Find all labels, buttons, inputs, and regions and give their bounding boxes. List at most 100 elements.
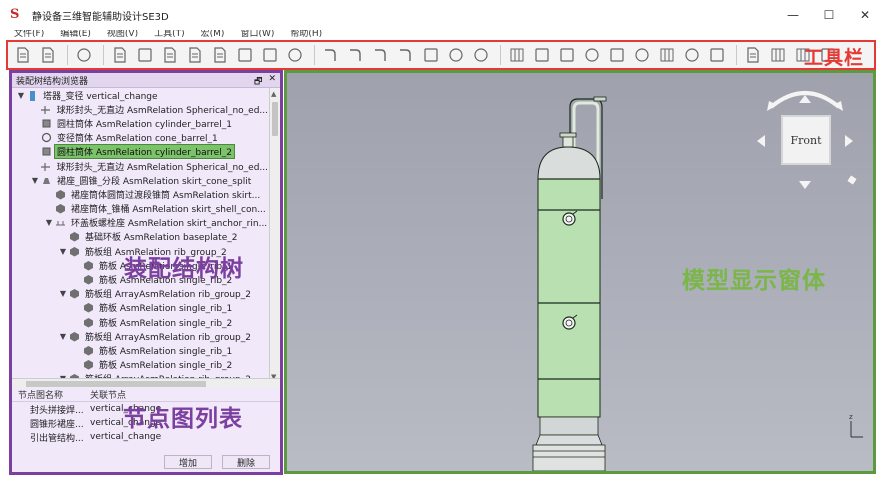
rotate-up-icon[interactable] (799, 95, 811, 103)
spherical-head (537, 146, 601, 180)
globe-icon[interactable] (681, 44, 703, 66)
menu-help[interactable]: 帮助(H) (290, 30, 322, 39)
part-icon (54, 203, 66, 214)
cylinder-part-icon (40, 146, 52, 157)
pipe-bend-3-icon[interactable] (370, 44, 392, 66)
tree-node-label: 裙座筒体_锥桶 AsmRelation skirt_shell_con... (71, 205, 266, 216)
menu-macro[interactable]: 宏(M) (201, 30, 225, 39)
tree-hscrollbar[interactable] (12, 378, 280, 388)
navigation-cube[interactable]: Front (745, 81, 865, 201)
add-button[interactable]: 增加 (163, 455, 212, 469)
report-icon[interactable] (742, 44, 764, 66)
pipe-bend-1-icon[interactable] (320, 44, 342, 66)
new-file-icon[interactable] (109, 44, 131, 66)
expand-toggle-icon[interactable]: ▼ (58, 247, 68, 256)
model-viewport[interactable]: Front z 模型显示窗体 (284, 70, 876, 474)
tree-node-label: 筋板组 ArrayAsmRelation rib_group_2 (85, 332, 251, 343)
anchor-icon (54, 217, 66, 228)
redo-icon[interactable] (259, 44, 281, 66)
cone-part-icon (40, 132, 52, 143)
mini-cube-icon[interactable] (846, 174, 858, 186)
doc-edit-icon[interactable] (12, 44, 34, 66)
expand-toggle-icon[interactable]: ▼ (30, 176, 40, 185)
menu-file[interactable]: 文件(F) (14, 30, 44, 39)
rotate-left-icon[interactable] (757, 135, 765, 147)
menu-view[interactable]: 视图(V) (107, 30, 138, 39)
tree-node-label: 筋板组 ArrayAsmRelation rib_group_2 (85, 290, 251, 301)
pipe-bend-4-icon[interactable] (395, 44, 417, 66)
hscroll-thumb[interactable] (26, 381, 206, 387)
tree-row[interactable]: ▼ 筋板组 ArrayAsmRelation rib_group_2 (12, 329, 270, 343)
minimize-button[interactable]: — (775, 0, 811, 30)
scroll-up-icon[interactable]: ▲ (271, 90, 276, 98)
cylinder-icon[interactable] (706, 44, 728, 66)
save-as-icon[interactable] (184, 44, 206, 66)
skirt-shell (539, 416, 599, 436)
menu-edit[interactable]: 编辑(E) (60, 30, 91, 39)
tree-row[interactable]: 裙座筒体_锥桶 AsmRelation skirt_shell_con... (12, 202, 270, 216)
flange-icon[interactable] (420, 44, 442, 66)
grid-icon[interactable] (506, 44, 528, 66)
cube-face-front[interactable]: Front (781, 115, 831, 165)
doc-check-icon[interactable] (37, 44, 59, 66)
tree-scrollbar[interactable]: ▲ ▼ (269, 88, 280, 383)
rotate-right-icon[interactable] (845, 135, 853, 147)
tree-row[interactable]: 球形封头_无直边 AsmRelation Spherical_no_ed... (12, 102, 270, 116)
part-icon (68, 231, 80, 242)
tree-row[interactable]: 基础环板 AsmRelation baseplate_2 (12, 230, 270, 244)
toolbar-separator (67, 45, 68, 65)
tree-row[interactable]: 圆柱筒体 AsmRelation cylinder_barrel_2 (12, 144, 270, 160)
scroll-thumb[interactable] (272, 102, 278, 136)
tree-row[interactable]: 圆柱筒体 AsmRelation cylinder_barrel_1 (12, 116, 270, 130)
save-icon[interactable] (159, 44, 181, 66)
part-icon (54, 189, 66, 200)
expand-toggle-icon[interactable]: ▼ (44, 218, 54, 227)
pipe-bend-2-icon[interactable] (345, 44, 367, 66)
valve-icon[interactable] (581, 44, 603, 66)
tree-node-label: 筋板 AsmRelation single_rib_2 (99, 318, 233, 329)
tree-row[interactable]: 筋板 AsmRelation single_rib_2 (12, 315, 270, 329)
stair-icon[interactable] (531, 44, 553, 66)
tree-row[interactable]: ▼ 环盖板螺栓座 AsmRelation skirt_anchor_rin... (12, 216, 270, 230)
measure-icon[interactable] (284, 44, 306, 66)
table-icon[interactable] (767, 44, 789, 66)
tree-row[interactable]: 筋板 AsmRelation single_rib_2 (12, 358, 270, 372)
frame-icon[interactable] (656, 44, 678, 66)
maximize-button[interactable]: ☐ (811, 0, 847, 30)
nozzle-icon[interactable] (445, 44, 467, 66)
open-folder-icon[interactable] (134, 44, 156, 66)
manhole-icon[interactable] (470, 44, 492, 66)
tree-row[interactable]: 筋板 AsmRelation single_rib_1 (12, 301, 270, 315)
link-icon[interactable] (606, 44, 628, 66)
part-icon (82, 317, 94, 328)
tree-row[interactable]: 筋板 AsmRelation single_rib_1 (12, 343, 270, 357)
export-icon[interactable] (209, 44, 231, 66)
close-button[interactable]: ✕ (847, 0, 883, 30)
tree-node-label: 塔器_变径 vertical_change (43, 91, 158, 102)
tower-icon (26, 90, 38, 101)
part-icon (68, 331, 80, 342)
tree-row[interactable]: 裙座筒体圆筒过渡段锥筒 AsmRelation skirt... (12, 187, 270, 201)
part-icon (82, 274, 94, 285)
tree-row[interactable]: ▼ 筋板组 ArrayAsmRelation rib_group_2 (12, 287, 270, 301)
head-icon (40, 161, 52, 172)
tree-row[interactable]: ▼ 裙座_圆锥_分段 AsmRelation skirt_cone_split (12, 173, 270, 187)
head-icon (40, 104, 52, 115)
expand-toggle-icon[interactable]: ▼ (58, 332, 68, 341)
refresh-icon[interactable] (73, 44, 95, 66)
menu-tools[interactable]: 工具(T) (154, 30, 185, 39)
expand-toggle-icon[interactable]: ▼ (58, 289, 68, 298)
rotate-down-icon[interactable] (799, 181, 811, 189)
panel-title: 装配树结构浏览器 (16, 76, 89, 87)
beam-icon[interactable] (556, 44, 578, 66)
undo-icon[interactable] (234, 44, 256, 66)
expand-toggle-icon[interactable]: ▼ (16, 91, 26, 100)
tree-row[interactable]: 变径筒体 AsmRelation cone_barrel_1 (12, 131, 270, 145)
skirt-cone (535, 434, 603, 446)
part-icon (82, 345, 94, 356)
delete-button[interactable]: 删除 (221, 455, 270, 469)
ring-icon[interactable] (631, 44, 653, 66)
tree-row[interactable]: ▼ 塔器_变径 vertical_change (12, 88, 270, 102)
menu-window[interactable]: 窗口(W) (240, 30, 274, 39)
tree-row[interactable]: 球形封头_无直边 AsmRelation Spherical_no_ed... (12, 159, 270, 173)
